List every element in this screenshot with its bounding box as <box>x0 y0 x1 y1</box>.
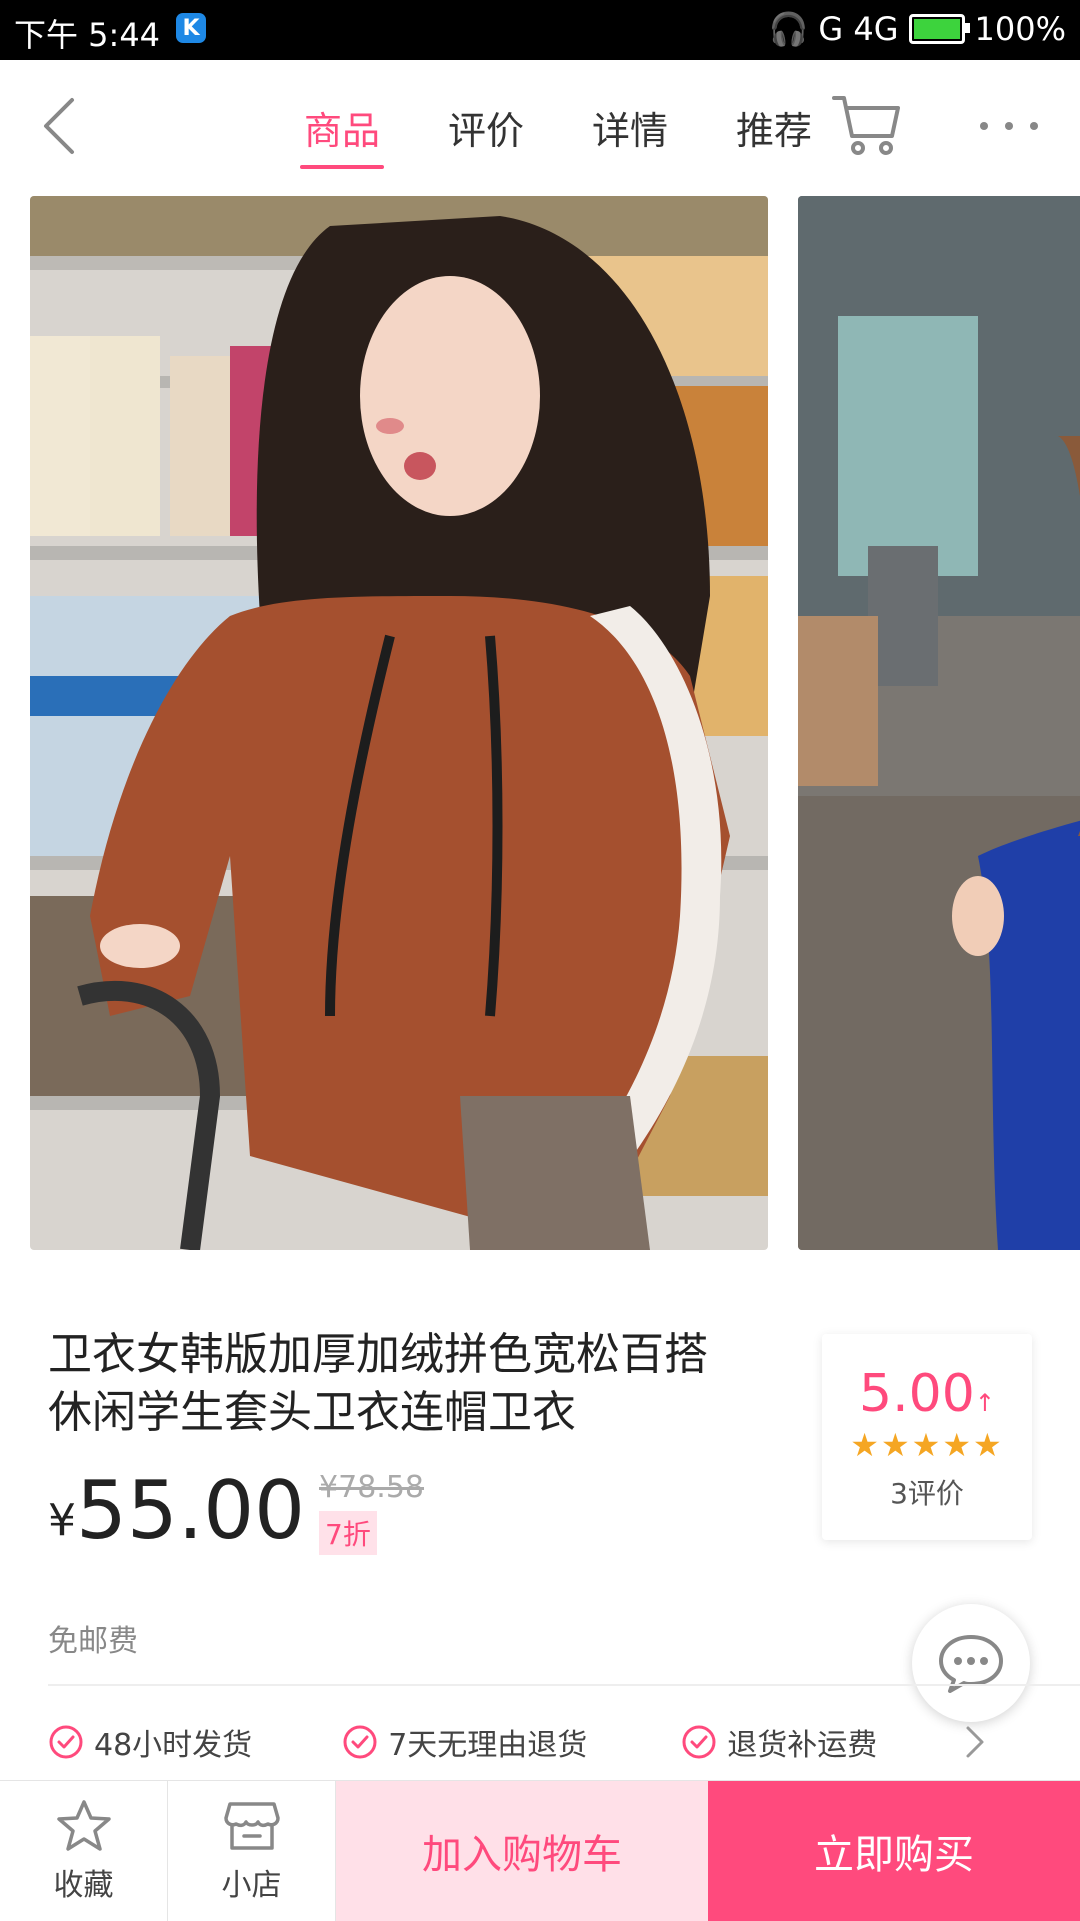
chat-button[interactable] <box>912 1604 1030 1722</box>
up-arrow-icon: ↑ <box>974 1389 995 1417</box>
price-value: 55.00 <box>76 1464 306 1557</box>
tab-product[interactable]: 商品 <box>270 100 414 169</box>
buy-now-button[interactable]: 立即购买 <box>708 1781 1080 1921</box>
more-icon[interactable] <box>974 116 1044 136</box>
product-photo-next[interactable] <box>798 196 1080 1250</box>
network-indicator: G 4G <box>818 10 899 48</box>
cart-icon[interactable] <box>830 90 904 160</box>
product-image-carousel[interactable] <box>0 196 1080 1250</box>
shipping-info: 免邮费 <box>48 1624 138 1659</box>
product-title: 卫衣女韩版加厚加绒拼色宽松百搭休闲学生套头卫衣连帽卫衣 <box>48 1329 708 1438</box>
product-photo-main[interactable] <box>30 196 768 1250</box>
service-label: 7天无理由退货 <box>388 1728 588 1763</box>
chevron-right-icon[interactable] <box>960 1722 990 1762</box>
battery-icon <box>908 14 970 44</box>
top-nav: 商品 评价 详情 推荐 <box>0 60 1080 190</box>
bottom-action-bar: 收藏 小店 加入购物车 立即购买 <box>0 1780 1080 1921</box>
service-item: 7天无理由退货 <box>342 1720 587 1764</box>
headset-icon: 🎧 <box>768 10 809 48</box>
status-time: 下午 5:44 <box>14 16 161 54</box>
check-circle-icon <box>682 1725 716 1759</box>
tab-details[interactable]: 详情 <box>558 100 702 169</box>
check-circle-icon <box>343 1725 377 1759</box>
tab-reviews[interactable]: 评价 <box>414 100 558 169</box>
service-label: 48小时发货 <box>94 1728 253 1763</box>
star-icon <box>56 1800 111 1851</box>
service-guarantees[interactable]: 48小时发货 7天无理由退货 退货补运费 <box>48 1720 1038 1764</box>
tab-bar: 商品 评价 详情 推荐 <box>270 100 846 169</box>
currency-symbol: ¥ <box>48 1495 76 1546</box>
tab-recommend[interactable]: 推荐 <box>702 100 846 169</box>
rating-score: 5.00↑ <box>822 1364 1032 1424</box>
store-icon <box>223 1802 280 1850</box>
service-label: 退货补运费 <box>727 1728 878 1763</box>
favorite-label: 收藏 <box>53 1868 114 1903</box>
check-circle-icon <box>49 1725 83 1759</box>
service-item: 退货补运费 <box>681 1720 877 1764</box>
favorite-button[interactable]: 收藏 <box>0 1781 168 1921</box>
rating-card[interactable]: 5.00↑ ★★★★★ 3评价 <box>822 1334 1032 1540</box>
price-row: ¥55.00 ¥78.58 7折 <box>48 1466 424 1556</box>
original-price: ¥78.58 <box>319 1470 425 1505</box>
shop-label: 小店 <box>221 1868 282 1903</box>
app-notification-icon: K <box>176 13 206 43</box>
battery-level: 100% <box>974 10 1066 48</box>
star-rating-icon: ★★★★★ <box>850 1426 1004 1464</box>
back-icon[interactable] <box>30 90 100 160</box>
status-right: 🎧 G 4G 100% <box>769 10 1066 48</box>
price-side: ¥78.58 7折 <box>319 1470 424 1555</box>
rating-value: 5.00 <box>859 1364 975 1424</box>
current-price: ¥55.00 <box>48 1466 305 1556</box>
service-item: 48小时发货 <box>48 1720 252 1764</box>
divider <box>48 1684 1080 1686</box>
discount-badge: 7折 <box>319 1511 377 1555</box>
add-to-cart-button[interactable]: 加入购物车 <box>336 1781 708 1921</box>
shop-button[interactable]: 小店 <box>168 1781 336 1921</box>
status-bar: 下午 5:44 K 🎧 G 4G 100% <box>0 0 1080 60</box>
review-count: 3评价 <box>890 1477 964 1510</box>
